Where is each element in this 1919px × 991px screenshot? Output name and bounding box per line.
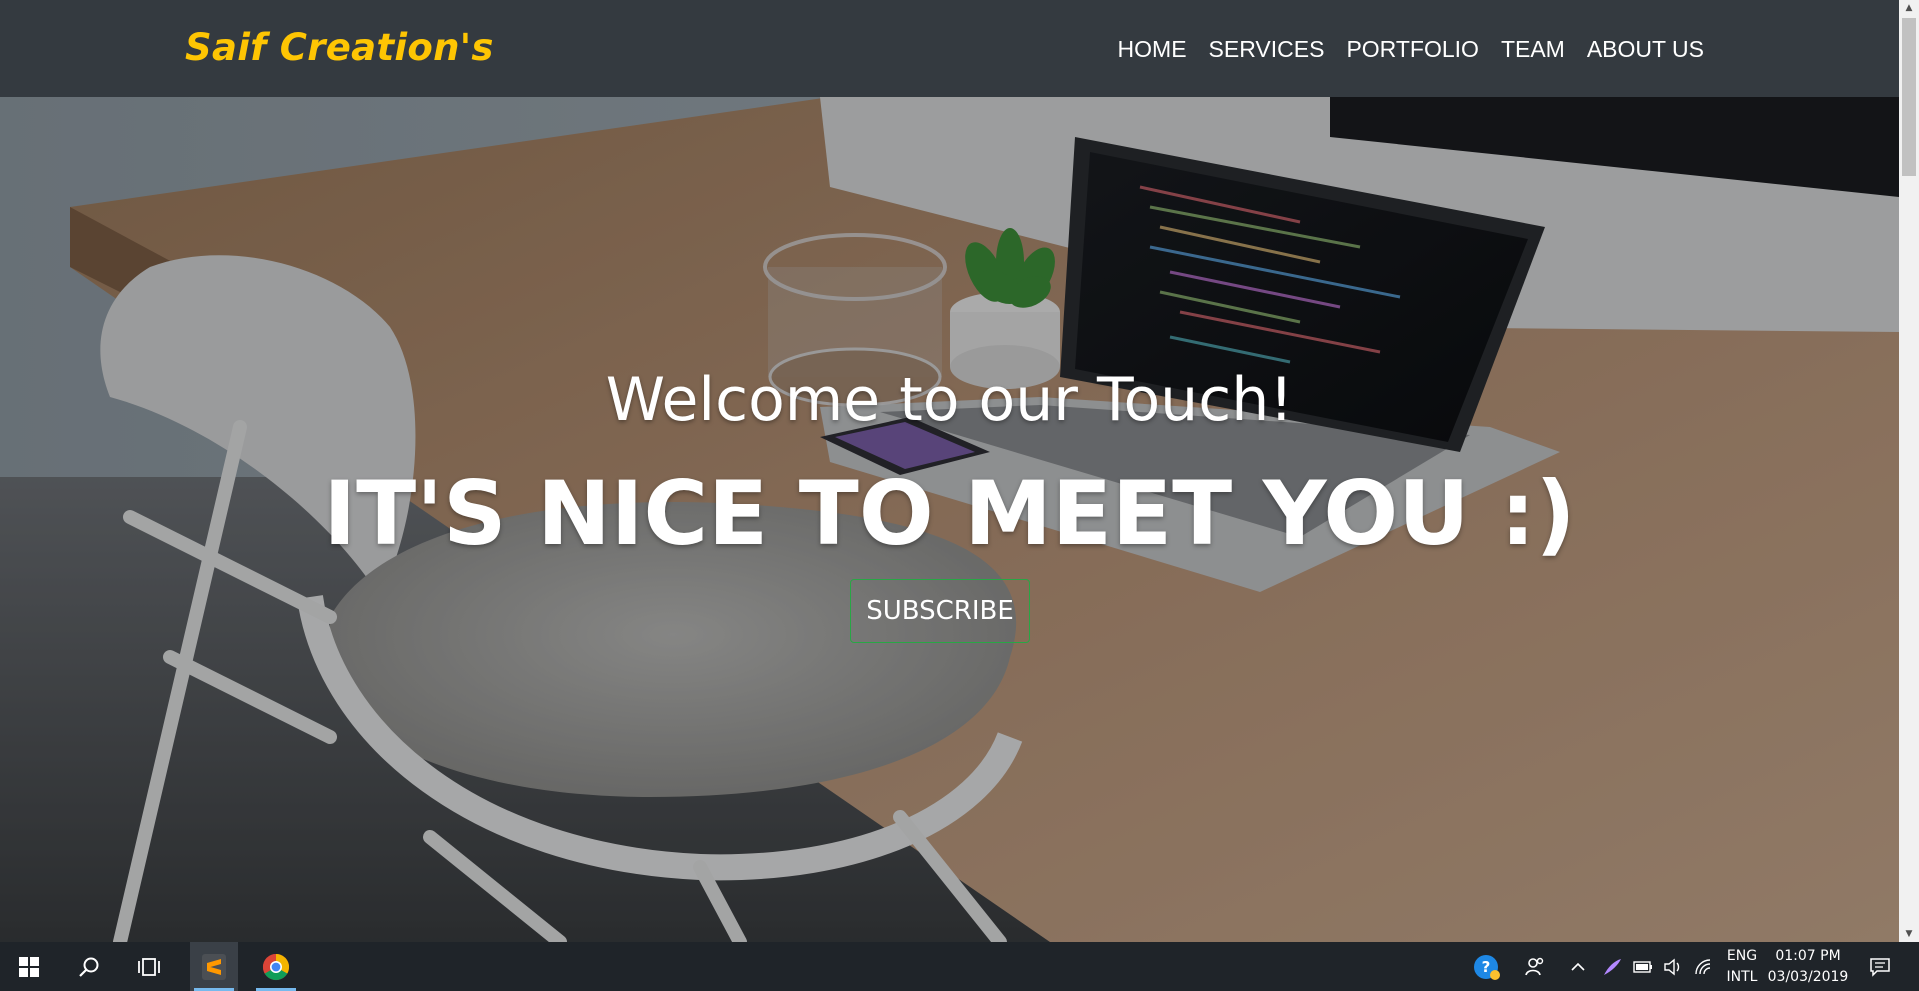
windows-start-icon[interactable] [5, 942, 53, 991]
navbar: Saif Creation's HOME SERVICES PORTFOLIO … [0, 0, 1899, 97]
language-indicator[interactable]: ENG INTL [1720, 946, 1764, 988]
task-view-icon[interactable] [125, 942, 173, 991]
sublime-text-icon[interactable] [190, 942, 238, 991]
help-icon[interactable]: ? [1463, 942, 1511, 991]
hero-heading: IT'S NICE TO MEET YOU :) [323, 462, 1576, 565]
nav-link-services[interactable]: SERVICES [1209, 36, 1325, 63]
chevron-up-icon[interactable] [1560, 942, 1596, 991]
search-icon[interactable] [65, 942, 113, 991]
feather-tray-icon[interactable] [1596, 942, 1628, 991]
page-scrollbar[interactable]: ▲ ▼ [1899, 0, 1919, 942]
svg-text:?: ? [1482, 958, 1491, 976]
hero-text: Welcome to our Touch! IT'S NICE TO MEET … [0, 97, 1899, 942]
language-code: ENG [1726, 948, 1758, 964]
clock-date: 03/03/2019 [1767, 969, 1849, 985]
nav-link-about-us[interactable]: ABOUT US [1587, 36, 1704, 63]
scroll-up-icon[interactable]: ▲ [1899, 0, 1919, 16]
keyboard-layout: INTL [1726, 969, 1758, 985]
scrollbar-thumb[interactable] [1902, 18, 1916, 176]
battery-icon[interactable] [1628, 942, 1658, 991]
subscribe-button[interactable]: SUBSCRIBE [850, 579, 1030, 643]
brand-logo-link[interactable]: Saif Creation's [185, 26, 494, 69]
volume-icon[interactable] [1658, 942, 1688, 991]
nav-link-team[interactable]: TEAM [1501, 36, 1565, 63]
nav-link-portfolio[interactable]: PORTFOLIO [1346, 36, 1479, 63]
clock[interactable]: 01:07 PM 03/03/2019 [1766, 946, 1850, 988]
windows-taskbar: ? ENG INTL 01:07 PM 03/03/2019 [0, 942, 1919, 991]
chrome-icon[interactable] [252, 942, 300, 991]
nav-link-home[interactable]: HOME [1118, 36, 1187, 63]
hero-lead-text: Welcome to our Touch! [605, 365, 1294, 435]
nav-links: HOME SERVICES PORTFOLIO TEAM ABOUT US [1118, 36, 1704, 63]
scroll-down-icon[interactable]: ▼ [1899, 926, 1919, 942]
clock-time: 01:07 PM [1775, 948, 1841, 964]
browser-viewport: Saif Creation's HOME SERVICES PORTFOLIO … [0, 0, 1899, 942]
notification-center-icon[interactable] [1856, 942, 1904, 991]
people-icon[interactable] [1515, 942, 1555, 991]
hero-section: Welcome to our Touch! IT'S NICE TO MEET … [0, 97, 1899, 942]
wifi-icon[interactable] [1688, 942, 1720, 991]
